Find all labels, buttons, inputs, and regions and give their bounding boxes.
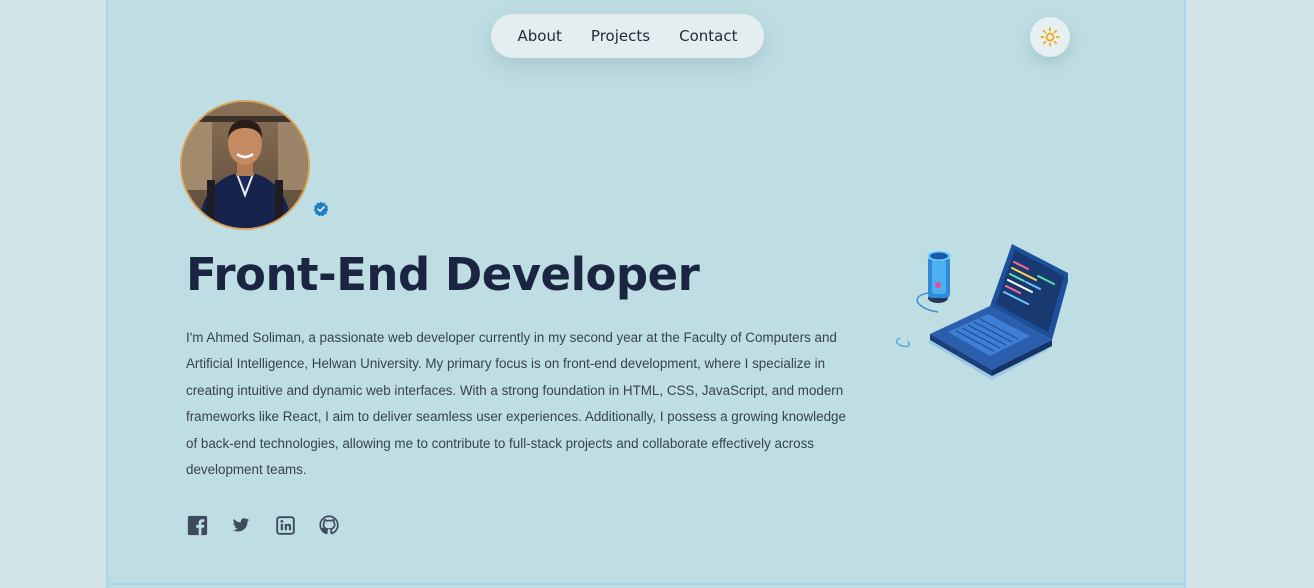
social-links <box>186 514 362 536</box>
sun-icon <box>1040 27 1060 47</box>
section-divider <box>108 583 1184 585</box>
nav-contact-link[interactable]: Contact <box>675 21 741 51</box>
github-icon <box>319 515 339 535</box>
bio-paragraph: I'm Ahmed Soliman, a passionate web deve… <box>186 330 846 478</box>
top-nav: About Projects Contact <box>491 14 764 58</box>
github-link[interactable] <box>318 514 340 536</box>
linkedin-link[interactable] <box>274 514 296 536</box>
twitter-link[interactable] <box>230 514 252 536</box>
profile-avatar <box>180 100 329 230</box>
twitter-icon <box>232 518 250 532</box>
facebook-link[interactable] <box>186 514 208 536</box>
avatar <box>180 100 310 230</box>
laptop-coding-illustration <box>895 244 1068 380</box>
theme-toggle-button[interactable] <box>1030 17 1070 57</box>
page-container: About Projects Contact Front-End Develop… <box>106 0 1186 588</box>
linkedin-icon <box>275 515 295 535</box>
nav-about-link[interactable]: About <box>514 21 566 51</box>
verified-badge-icon <box>313 201 329 217</box>
facebook-icon <box>187 515 207 535</box>
profile-photo <box>182 102 308 228</box>
nav-projects-link[interactable]: Projects <box>587 21 654 51</box>
page-title: Front-End Developer <box>186 248 700 301</box>
